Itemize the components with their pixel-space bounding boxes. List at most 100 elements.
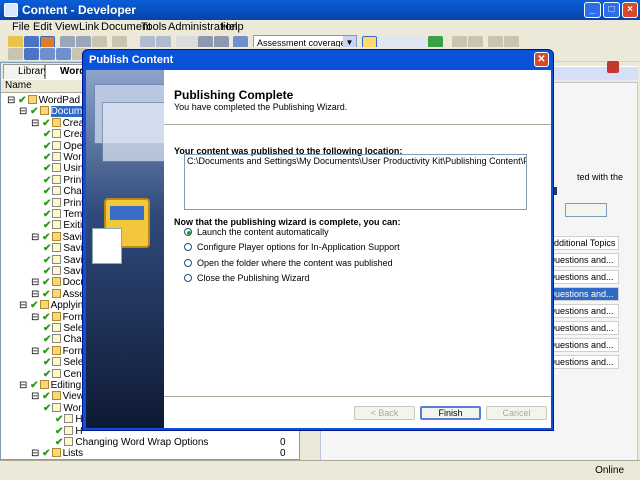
tree-expander-icon[interactable]: ⊟ <box>7 95 18 106</box>
dialog-title: Publish Content <box>89 54 174 66</box>
topic-icon <box>52 209 62 218</box>
topic-icon <box>52 323 62 332</box>
pane-close-icon[interactable] <box>607 61 619 73</box>
topic-icon <box>52 266 62 275</box>
options-label: Now that the publishing wizard is comple… <box>174 217 401 227</box>
check-icon: ✔ <box>43 152 52 163</box>
tree-expander-icon[interactable]: ⊟ <box>31 118 42 129</box>
status-online: Online <box>595 465 624 476</box>
tree-expander-icon[interactable]: ⊟ <box>31 312 42 323</box>
check-icon: ✔ <box>43 402 52 414</box>
check-icon: ✔ <box>42 345 51 357</box>
topic-icon <box>64 414 74 424</box>
location-path-field[interactable]: C:\Documents and Settings\My Documents\U… <box>184 154 527 210</box>
topic-icon <box>52 174 62 184</box>
menu-edit[interactable]: Edit <box>33 21 52 33</box>
check-icon: ✔ <box>55 425 64 437</box>
topic-icon <box>52 163 62 173</box>
tree-expander-icon[interactable]: ⊟ <box>31 289 42 300</box>
menu-link[interactable]: Link <box>79 21 99 33</box>
dialog-bottom-separator <box>164 396 551 397</box>
preview-icon[interactable] <box>40 48 55 60</box>
tree-node-label: Lists <box>62 448 84 460</box>
check-icon: ✔ <box>43 334 52 346</box>
tree-expander-icon[interactable]: ⊟ <box>31 391 42 402</box>
topic-icon <box>52 243 62 253</box>
minimize-button[interactable]: _ <box>584 2 601 18</box>
tree-expander-icon[interactable]: ⊟ <box>31 346 42 357</box>
tree-node[interactable]: ✔ H <box>55 425 83 437</box>
cancel-button[interactable]: Cancel <box>486 406 547 420</box>
right-pane-browse-button[interactable] <box>565 203 607 217</box>
topic-icon <box>52 368 62 378</box>
radio-dot <box>184 228 192 236</box>
tree-expander-icon[interactable]: ⊟ <box>19 106 30 117</box>
tree-node-label: Changing Word Wrap Options <box>75 437 209 448</box>
check-icon: ✔ <box>42 117 51 129</box>
column-header-label: Name <box>5 80 32 91</box>
tree-expander-icon[interactable]: ⊟ <box>31 277 42 288</box>
wizard-illustration <box>86 70 164 428</box>
check-icon: ✔ <box>30 380 39 391</box>
dialog-close-button[interactable]: ✕ <box>534 52 549 67</box>
check-icon: ✔ <box>43 254 52 266</box>
module-icon <box>51 311 61 321</box>
tree-expander-icon[interactable]: ⊟ <box>19 300 30 311</box>
tree-node[interactable]: ✔ Work <box>43 402 87 414</box>
dialog-heading: Publishing Complete <box>174 88 294 102</box>
check-icon: ✔ <box>43 368 52 380</box>
back-button[interactable]: < Back <box>354 406 415 420</box>
app-icon <box>4 3 18 17</box>
close-button[interactable]: × <box>622 2 638 18</box>
check-icon: ✔ <box>43 243 52 255</box>
menu-file[interactable]: File <box>12 21 30 33</box>
illustration-window <box>102 102 164 162</box>
tab-word[interactable]: Word <box>45 64 87 79</box>
check-icon: ✔ <box>30 300 39 312</box>
menu-bar: File Edit View Link Document Tools Admin… <box>0 20 640 34</box>
record-icon[interactable] <box>56 48 71 60</box>
topic-icon <box>52 254 62 264</box>
window-title: Content - Developer <box>22 3 137 17</box>
topic-icon <box>52 402 62 412</box>
menu-view[interactable]: View <box>55 21 79 33</box>
tree-expander-icon[interactable]: ⊟ <box>31 232 42 243</box>
menu-help[interactable]: Help <box>221 21 244 33</box>
tree-node[interactable]: ⊟ ✔ Lists <box>31 448 83 459</box>
right-pane-partial-text: ted with the <box>577 172 624 182</box>
option-configure-label: Configure Player options for In-Applicat… <box>197 242 400 252</box>
option-close-radio[interactable]: Close the Publishing Wizard <box>184 273 484 284</box>
outline-icon[interactable] <box>24 48 39 60</box>
topic-icon <box>52 220 62 230</box>
tab-library[interactable]: Library <box>3 64 49 79</box>
tree-expander-icon[interactable]: ⊟ <box>19 380 30 391</box>
radio-dot <box>184 243 192 251</box>
tree-node[interactable]: ✔ Changing Word Wrap Options <box>55 437 208 448</box>
option-launch-label: Launch the content automatically <box>197 227 329 237</box>
option-open-folder-radio[interactable]: Open the folder where the content was pu… <box>184 258 484 269</box>
tree-expander-icon[interactable]: ⊟ <box>31 448 42 459</box>
maximize-button[interactable]: □ <box>603 2 620 18</box>
topic-icon <box>52 140 62 150</box>
option-open-folder-label: Open the folder where the content was pu… <box>197 258 393 268</box>
option-configure-radio[interactable]: Configure Player options for In-Applicat… <box>184 242 484 253</box>
option-launch-radio[interactable]: Launch the content automatically <box>184 227 484 238</box>
topic-icon <box>52 334 62 344</box>
menu-tools[interactable]: Tools <box>141 21 167 33</box>
check-icon: ✔ <box>43 357 52 369</box>
check-icon: ✔ <box>43 129 52 141</box>
properties-icon[interactable] <box>8 48 23 60</box>
finish-button[interactable]: Finish <box>420 406 481 420</box>
check-icon: ✔ <box>42 391 51 403</box>
tree-node[interactable]: ✔ H <box>55 414 83 425</box>
module-icon <box>39 300 49 310</box>
dialog-separator <box>164 124 551 125</box>
topic-icon <box>64 437 74 446</box>
check-icon: ✔ <box>43 140 52 152</box>
check-icon: ✔ <box>43 220 52 232</box>
dialog-subheading: You have completed the Publishing Wizard… <box>174 102 348 112</box>
check-icon: ✔ <box>43 163 52 175</box>
topic-icon <box>64 425 74 435</box>
tree-node-count: 0 <box>280 437 286 448</box>
check-icon: ✔ <box>43 197 52 209</box>
